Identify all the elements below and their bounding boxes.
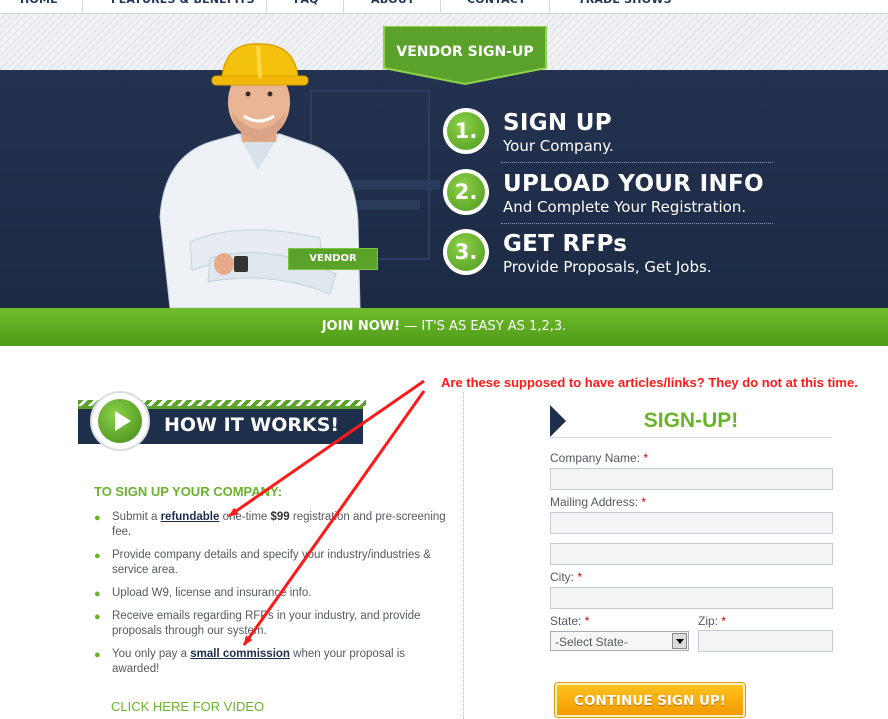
vendor-badge: VENDOR — [288, 248, 378, 270]
step-number-badge: 2. — [443, 169, 489, 215]
nav-about[interactable]: ABOUT — [371, 0, 415, 13]
step-3: 3. GET RFPs Provide Proposals, Get Jobs. — [443, 229, 778, 285]
top-navigation: HOME FEATURES & BENEFITS FAQ ABOUT CONTA… — [0, 0, 888, 14]
bullet-text: Upload W9, license and insurance info. — [112, 587, 312, 599]
join-now-rest: — IT'S AS EASY AS 1,2,3. — [400, 319, 567, 334]
company-name-input[interactable] — [550, 468, 833, 490]
list-item: ● Provide company details and specify you… — [94, 548, 454, 578]
mailing-address-label: Mailing Address: * — [550, 495, 647, 509]
state-label: State: * — [550, 614, 590, 628]
nav-separator — [343, 0, 344, 13]
nav-home[interactable]: HOME — [20, 0, 58, 13]
city-input[interactable] — [550, 587, 833, 609]
nav-contact[interactable]: CONTACT — [467, 0, 526, 13]
review-annotation: Are these supposed to have articles/link… — [441, 375, 858, 390]
join-now-text: JOIN NOW! — IT'S AS EASY AS 1,2,3. — [0, 319, 888, 334]
bullet-icon: ● — [94, 588, 101, 600]
step-number: 1. — [447, 112, 485, 150]
step-2: 2. UPLOAD YOUR INFO And Complete Your Re… — [443, 169, 778, 225]
play-button[interactable] — [90, 391, 150, 451]
fee-amount: $99 — [270, 511, 290, 523]
nav-separator — [266, 0, 267, 13]
form-title-divider — [550, 437, 832, 438]
step-subtitle: Provide Proposals, Get Jobs. — [503, 258, 712, 276]
how-it-works-banner[interactable]: HOW IT WORKS! — [78, 390, 366, 454]
continue-signup-label: CONTINUE SIGN UP! — [574, 693, 726, 709]
bullet-icon: ● — [94, 512, 101, 524]
nav-faq[interactable]: FAQ — [294, 0, 319, 13]
bullet-text: Receive emails regarding RFPs in your in… — [112, 610, 421, 637]
bullet-icon: ● — [94, 611, 101, 623]
list-item: ● Upload W9, license and insurance info. — [94, 586, 454, 601]
state-select[interactable]: -Select State- — [550, 631, 689, 651]
step-number: 3. — [447, 233, 485, 271]
signup-steps-list: ● Submit a refundable one-time $99 regist… — [94, 510, 454, 685]
signup-form-title: SIGN-UP! — [643, 409, 739, 432]
step-subtitle: Your Company. — [503, 137, 614, 155]
zip-label: Zip: * — [698, 614, 727, 628]
state-select-value: -Select State- — [555, 635, 628, 649]
step-divider — [501, 223, 773, 224]
company-name-label: Company Name: * — [550, 451, 649, 465]
step-number: 2. — [447, 173, 485, 211]
continue-signup-button[interactable]: CONTINUE SIGN UP! — [555, 683, 745, 717]
bullet-text: one-time — [219, 511, 271, 523]
step-number-badge: 1. — [443, 108, 489, 154]
nav-separator — [82, 0, 83, 13]
nav-trade-shows[interactable]: TRADE SHOWS — [578, 0, 672, 13]
join-now-bar: JOIN NOW! — IT'S AS EASY AS 1,2,3. — [0, 308, 888, 346]
play-icon — [98, 399, 142, 443]
signup-steps-heading: TO SIGN UP YOUR COMPANY: — [94, 484, 283, 499]
bullet-icon: ● — [94, 550, 101, 562]
city-label: City: * — [550, 570, 583, 584]
list-item: ● You only pay a small commission when yo… — [94, 647, 454, 677]
step-number-badge: 3. — [443, 229, 489, 275]
bullet-text: Provide company details and specify your… — [112, 549, 431, 576]
column-divider — [463, 392, 464, 719]
nav-separator — [440, 0, 441, 13]
step-title: UPLOAD YOUR INFO — [503, 171, 764, 197]
zip-input[interactable] — [698, 630, 833, 652]
list-item: ● Submit a refundable one-time $99 regist… — [94, 510, 454, 540]
step-divider — [501, 162, 773, 163]
mailing-address-line2-input[interactable] — [550, 543, 833, 565]
list-item: ● Receive emails regarding RFPs in your i… — [94, 609, 454, 639]
bullet-text: You only pay a — [112, 648, 191, 660]
click-here-for-video-link[interactable]: CLICK HERE FOR VIDEO — [111, 699, 264, 714]
small-commission-link[interactable]: small commission — [190, 648, 290, 660]
step-title: SIGN UP — [503, 110, 612, 136]
nav-features-benefits[interactable]: FEATURES & BENEFITS — [111, 0, 255, 13]
how-it-works-label: HOW IT WORKS! — [164, 414, 340, 436]
step-subtitle: And Complete Your Registration. — [503, 198, 747, 216]
step-title: GET RFPs — [503, 231, 628, 257]
step-1: 1. SIGN UP Your Company. — [443, 108, 778, 164]
dropdown-button[interactable] — [672, 633, 687, 649]
nav-separator — [549, 0, 550, 13]
bullet-icon: ● — [94, 649, 101, 661]
vendor-signup-label: VENDOR SIGN-UP — [396, 44, 534, 60]
chevron-down-icon — [676, 639, 684, 644]
refundable-link[interactable]: refundable — [161, 511, 220, 523]
join-now-bold: JOIN NOW! — [321, 319, 401, 334]
bullet-text: Submit a — [112, 511, 161, 523]
mailing-address-input[interactable] — [550, 512, 833, 534]
